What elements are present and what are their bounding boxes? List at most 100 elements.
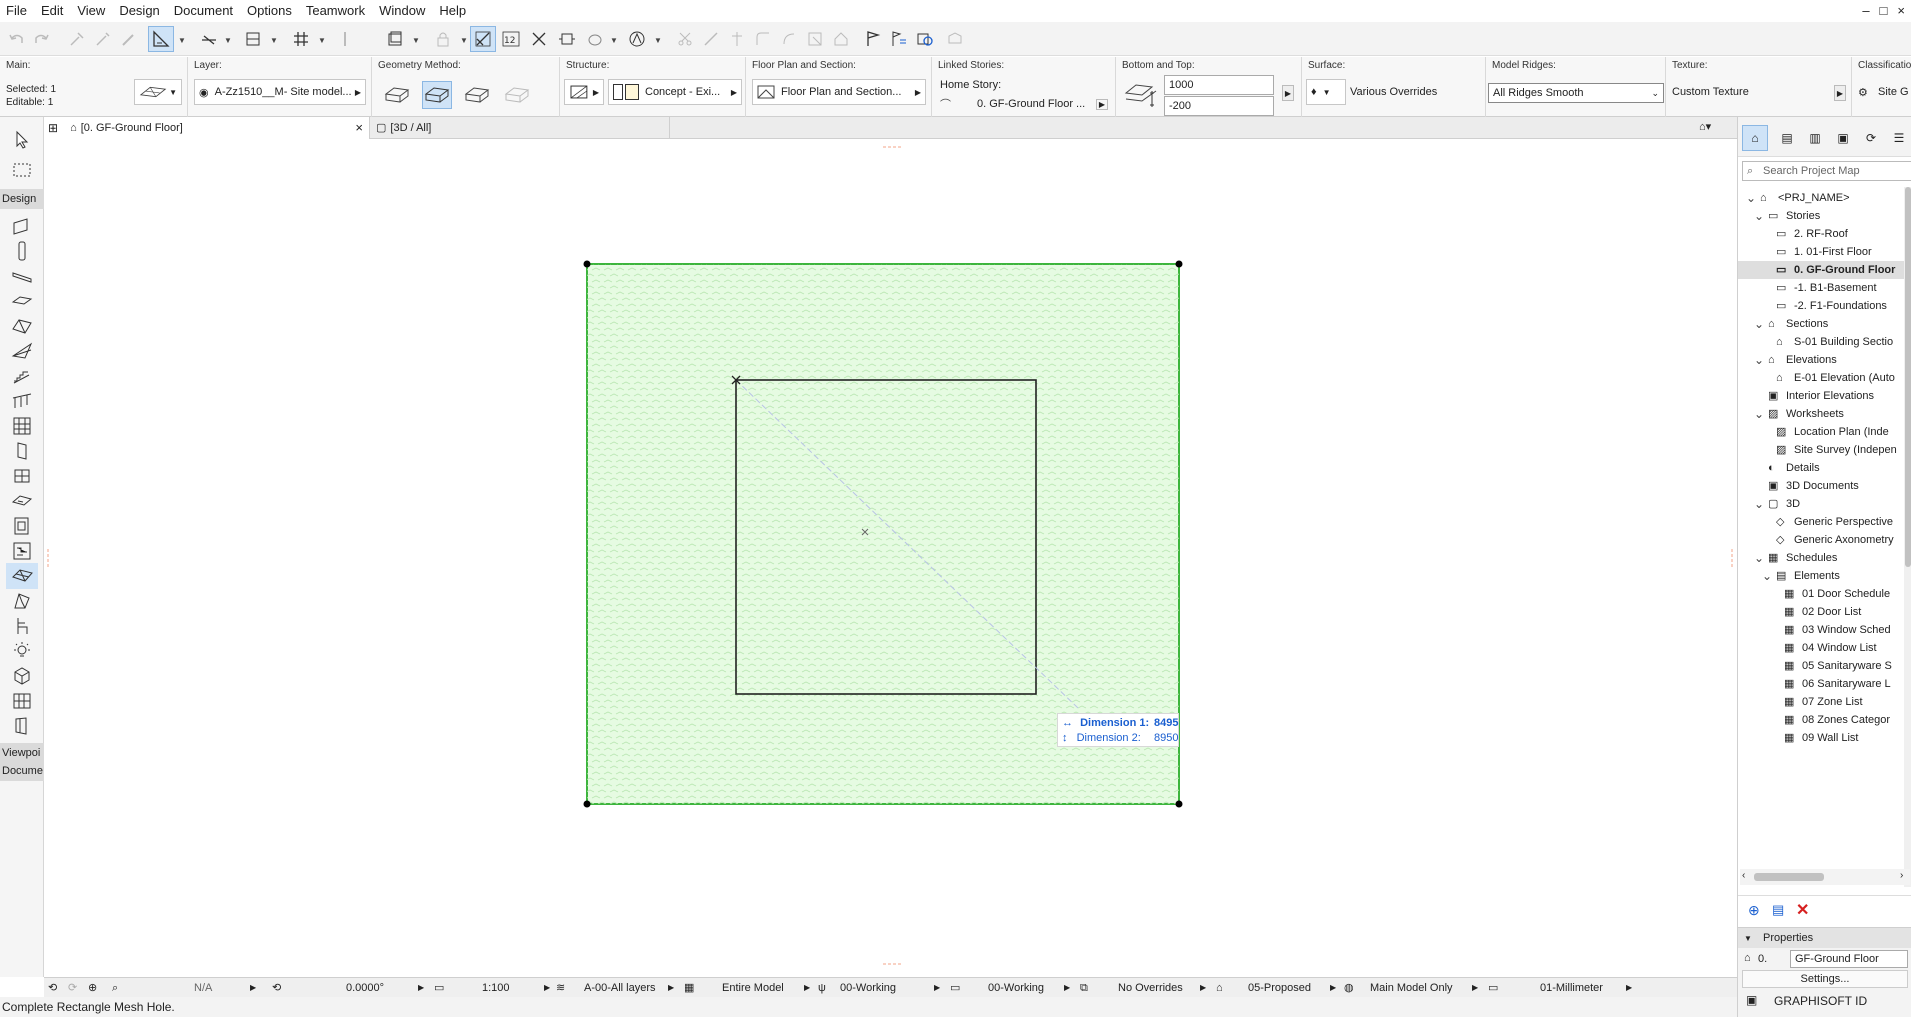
expand-chevron-icon[interactable]: ⌄ bbox=[1754, 351, 1764, 369]
mesh-hotspot-top-left[interactable] bbox=[583, 260, 591, 268]
lock-icon[interactable] bbox=[430, 26, 456, 52]
ridges-select[interactable]: All Ridges Smooth ⌄ bbox=[1488, 83, 1664, 103]
lamp-tool[interactable] bbox=[6, 638, 38, 664]
tab-ground-floor[interactable]: ⊞ ⌂ [0. GF-Ground Floor] × bbox=[44, 117, 370, 139]
trace-dropdown[interactable]: ▼ bbox=[412, 36, 420, 45]
tree-item[interactable]: ⌄ ⌂ <PRJ_NAME> bbox=[1738, 189, 1904, 207]
surface-picker[interactable]: ♦ ▼ bbox=[1306, 79, 1346, 105]
rendering-icon[interactable] bbox=[582, 26, 608, 52]
offset-icon[interactable] bbox=[776, 26, 802, 52]
dimension2-value[interactable]: 8950 bbox=[1154, 732, 1178, 744]
tree-item[interactable]: ▭ -2. F1-Foundations bbox=[1738, 297, 1904, 315]
chevron-right-icon[interactable]: ▶ bbox=[418, 978, 424, 998]
split-icon[interactable] bbox=[698, 26, 724, 52]
navigator-scrollbar[interactable] bbox=[1904, 187, 1911, 887]
tree-item[interactable]: ◐ Details bbox=[1738, 459, 1904, 477]
tree-item[interactable]: ▦ 07 Zone List bbox=[1738, 693, 1904, 711]
floorplan-selector[interactable]: Floor Plan and Section... ▶ bbox=[752, 79, 926, 105]
mesh-hotspot-bottom-right[interactable] bbox=[1175, 800, 1183, 808]
bottom-elevation-field[interactable]: -200 bbox=[1164, 96, 1274, 116]
project-map-icon[interactable]: ⌂ bbox=[1742, 125, 1768, 151]
opening-tool[interactable] bbox=[6, 513, 38, 539]
delete-icon[interactable]: ✕ bbox=[1796, 900, 1809, 920]
document-header[interactable]: Docume bbox=[0, 761, 44, 781]
expand-chevron-icon[interactable]: ⌄ bbox=[1754, 315, 1764, 333]
tree-item[interactable]: ⌄ ▭ Stories bbox=[1738, 207, 1904, 225]
guide-lines-icon[interactable] bbox=[196, 26, 222, 52]
view-settings-icon[interactable]: ▤ bbox=[1772, 902, 1784, 918]
expand-chevron-icon[interactable]: ⌄ bbox=[1754, 405, 1764, 423]
dimension1-value[interactable]: 8495 bbox=[1154, 717, 1178, 729]
navigator-horizontal-scrollbar[interactable]: ‹ › bbox=[1740, 869, 1910, 885]
tree-item[interactable]: ▨ Site Survey (Indepen bbox=[1738, 441, 1904, 459]
scroll-right-icon[interactable]: › bbox=[1900, 870, 1903, 881]
tree-item[interactable]: ⌄ ▢ 3D bbox=[1738, 495, 1904, 513]
menu-options[interactable]: Options bbox=[241, 0, 300, 22]
tree-item[interactable]: ▣ 3D Documents bbox=[1738, 477, 1904, 495]
tree-item[interactable]: ▦ 05 Sanitaryware S bbox=[1738, 657, 1904, 675]
pick-up-icon[interactable] bbox=[64, 26, 90, 52]
chevron-right-icon[interactable]: ▶ bbox=[544, 978, 550, 998]
tree-item[interactable]: ▭ 1. 01-First Floor bbox=[1738, 243, 1904, 261]
renovation-value[interactable]: 05-Proposed bbox=[1248, 978, 1311, 998]
issues-icon[interactable] bbox=[886, 26, 912, 52]
layout-book-icon[interactable]: ▥ bbox=[1802, 125, 1828, 151]
tree-item[interactable]: ⌄ ▤ Elements bbox=[1738, 567, 1904, 585]
tree-item[interactable]: ▣ Interior Elevations bbox=[1738, 387, 1904, 405]
tree-item[interactable]: ▭ -1. B1-Basement bbox=[1738, 279, 1904, 297]
geometry-surface-only-icon[interactable] bbox=[382, 81, 412, 109]
tab-3d[interactable]: ▢ [3D / All] bbox=[370, 117, 670, 139]
settings-button[interactable]: Settings... bbox=[1742, 970, 1908, 988]
inject-icon[interactable] bbox=[90, 26, 116, 52]
undo-icon[interactable] bbox=[4, 26, 30, 52]
dimensions-icon[interactable]: 12 bbox=[498, 26, 524, 52]
tree-item[interactable]: ▭ 2. RF-Roof bbox=[1738, 225, 1904, 243]
scissors-icon[interactable] bbox=[672, 26, 698, 52]
skylight-tool[interactable] bbox=[6, 488, 38, 514]
zoom-value[interactable]: N/A bbox=[194, 978, 212, 998]
zone-tool[interactable] bbox=[6, 663, 38, 689]
mesh-settings-button[interactable]: ▼ bbox=[134, 79, 182, 105]
model-view-value[interactable]: Entire Model bbox=[722, 978, 784, 998]
tab-options-icon[interactable]: ⌂▾ bbox=[1699, 120, 1729, 136]
expand-chevron-icon[interactable]: ⌄ bbox=[1746, 189, 1756, 207]
tree-item[interactable]: ⌂ S-01 Building Sectio bbox=[1738, 333, 1904, 351]
resize-icon[interactable] bbox=[802, 26, 828, 52]
redo-icon[interactable] bbox=[28, 26, 54, 52]
expand-chevron-icon[interactable]: ⌄ bbox=[1754, 549, 1764, 567]
teamwork-icon[interactable] bbox=[912, 26, 938, 52]
scale-value[interactable]: 1:100 bbox=[482, 978, 510, 998]
house-icon[interactable] bbox=[828, 26, 854, 52]
expand-chevron-icon[interactable]: ⌄ bbox=[1754, 207, 1764, 225]
grid-dropdown[interactable]: ▼ bbox=[318, 36, 326, 45]
search-project-map-field[interactable]: ⌕ Search Project Map bbox=[1742, 161, 1911, 181]
expand-chevron-icon[interactable]: ⌄ bbox=[1762, 567, 1772, 585]
tree-item[interactable]: ⌄ ⌂ Elevations bbox=[1738, 351, 1904, 369]
chevron-right-icon[interactable]: ▶ bbox=[1200, 978, 1206, 998]
structural-icon[interactable] bbox=[624, 26, 650, 52]
guide-lines-dropdown[interactable]: ▼ bbox=[224, 36, 232, 45]
mesh-tool[interactable] bbox=[6, 563, 38, 589]
dimension-units-value[interactable]: 01-Millimeter bbox=[1540, 978, 1603, 998]
organizer-icon[interactable]: ⟳ bbox=[1858, 125, 1884, 151]
snap-guides-dropdown[interactable]: ▼ bbox=[178, 36, 186, 45]
fillet-icon[interactable] bbox=[750, 26, 776, 52]
gravity-icon[interactable] bbox=[554, 26, 580, 52]
geometry-solid-icon[interactable] bbox=[422, 81, 452, 109]
tree-item[interactable]: ◇ Generic Axonometry bbox=[1738, 531, 1904, 549]
publisher-icon[interactable]: ▣ bbox=[1830, 125, 1856, 151]
bimcloud-icon[interactable] bbox=[942, 26, 968, 52]
maximize-button[interactable]: □ bbox=[1880, 0, 1888, 22]
tree-item[interactable]: ▦ 02 Door List bbox=[1738, 603, 1904, 621]
tree-item[interactable]: ▦ 06 Sanitaryware L bbox=[1738, 675, 1904, 693]
curtain-tool[interactable] bbox=[6, 688, 38, 714]
pen-set-value[interactable]: 00-Working bbox=[840, 978, 896, 998]
curtain-wall-tool[interactable] bbox=[6, 413, 38, 439]
properties-name-field[interactable]: GF-Ground Floor bbox=[1790, 950, 1908, 968]
object-tool[interactable] bbox=[6, 538, 38, 564]
menu-help[interactable]: Help bbox=[433, 0, 474, 22]
marquee-tool[interactable] bbox=[6, 157, 38, 183]
orientation-value[interactable]: 0.0000° bbox=[346, 978, 384, 998]
close-tab-icon[interactable]: × bbox=[355, 117, 363, 139]
viewpoint-header[interactable]: Viewpoi bbox=[0, 743, 44, 763]
